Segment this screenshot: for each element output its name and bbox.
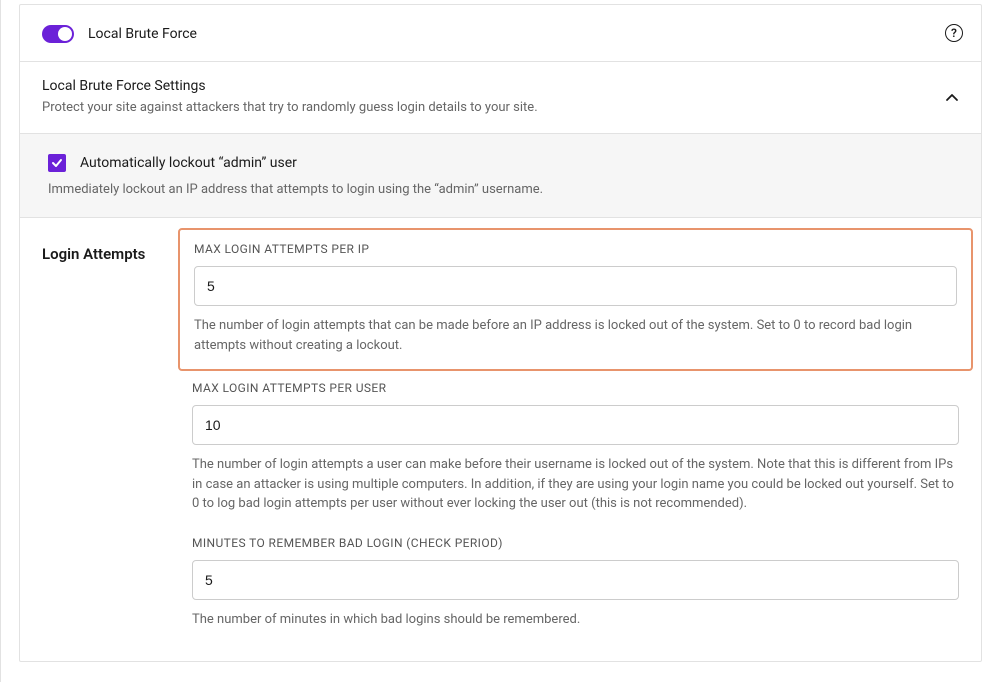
max-attempts-ip-input[interactable] xyxy=(194,266,957,306)
minutes-remember-input[interactable] xyxy=(192,560,959,600)
max-attempts-user-input[interactable] xyxy=(192,405,959,445)
minutes-remember-group: MINUTES TO REMEMBER BAD LOGIN (CHECK PER… xyxy=(192,536,959,630)
admin-lockout-label: Automatically lockout “admin” user xyxy=(80,155,297,171)
chevron-up-icon[interactable] xyxy=(945,91,959,105)
admin-lockout-desc: Immediately lockout an IP address that a… xyxy=(48,182,953,197)
field-label: MAX LOGIN ATTEMPTS PER USER xyxy=(192,381,959,395)
field-label: MINUTES TO REMEMBER BAD LOGIN (CHECK PER… xyxy=(192,536,959,550)
toggle-label: Local Brute Force xyxy=(88,26,197,42)
login-attempts-fields: MAX LOGIN ATTEMPTS PER IP The number of … xyxy=(192,240,959,651)
field-desc: The number of minutes in which bad login… xyxy=(192,610,959,630)
help-icon[interactable]: ? xyxy=(945,24,963,42)
field-desc: The number of login attempts a user can … xyxy=(192,455,959,514)
settings-subtitle: Protect your site against attackers that… xyxy=(42,100,959,115)
feature-header: Local Brute Force ? xyxy=(20,5,981,62)
login-attempts-heading: Login Attempts xyxy=(42,240,192,651)
field-label: MAX LOGIN ATTEMPTS PER IP xyxy=(194,242,957,256)
checkbox-row: Automatically lockout “admin” user xyxy=(48,154,953,172)
toggle-knob xyxy=(58,27,72,41)
field-desc: The number of login attempts that can be… xyxy=(194,316,957,355)
settings-title-row: Local Brute Force Settings Protect your … xyxy=(20,62,981,134)
login-attempts-section: Login Attempts MAX LOGIN ATTEMPTS PER IP… xyxy=(20,218,981,661)
max-attempts-user-group: MAX LOGIN ATTEMPTS PER USER The number o… xyxy=(192,381,959,514)
max-attempts-ip-highlight: MAX LOGIN ATTEMPTS PER IP The number of … xyxy=(178,228,973,371)
settings-title: Local Brute Force Settings xyxy=(42,78,959,94)
admin-lockout-section: Automatically lockout “admin” user Immed… xyxy=(20,134,981,218)
admin-lockout-checkbox[interactable] xyxy=(48,154,66,172)
local-brute-force-toggle[interactable] xyxy=(42,25,74,43)
settings-panel: Local Brute Force ? Local Brute Force Se… xyxy=(19,4,982,662)
